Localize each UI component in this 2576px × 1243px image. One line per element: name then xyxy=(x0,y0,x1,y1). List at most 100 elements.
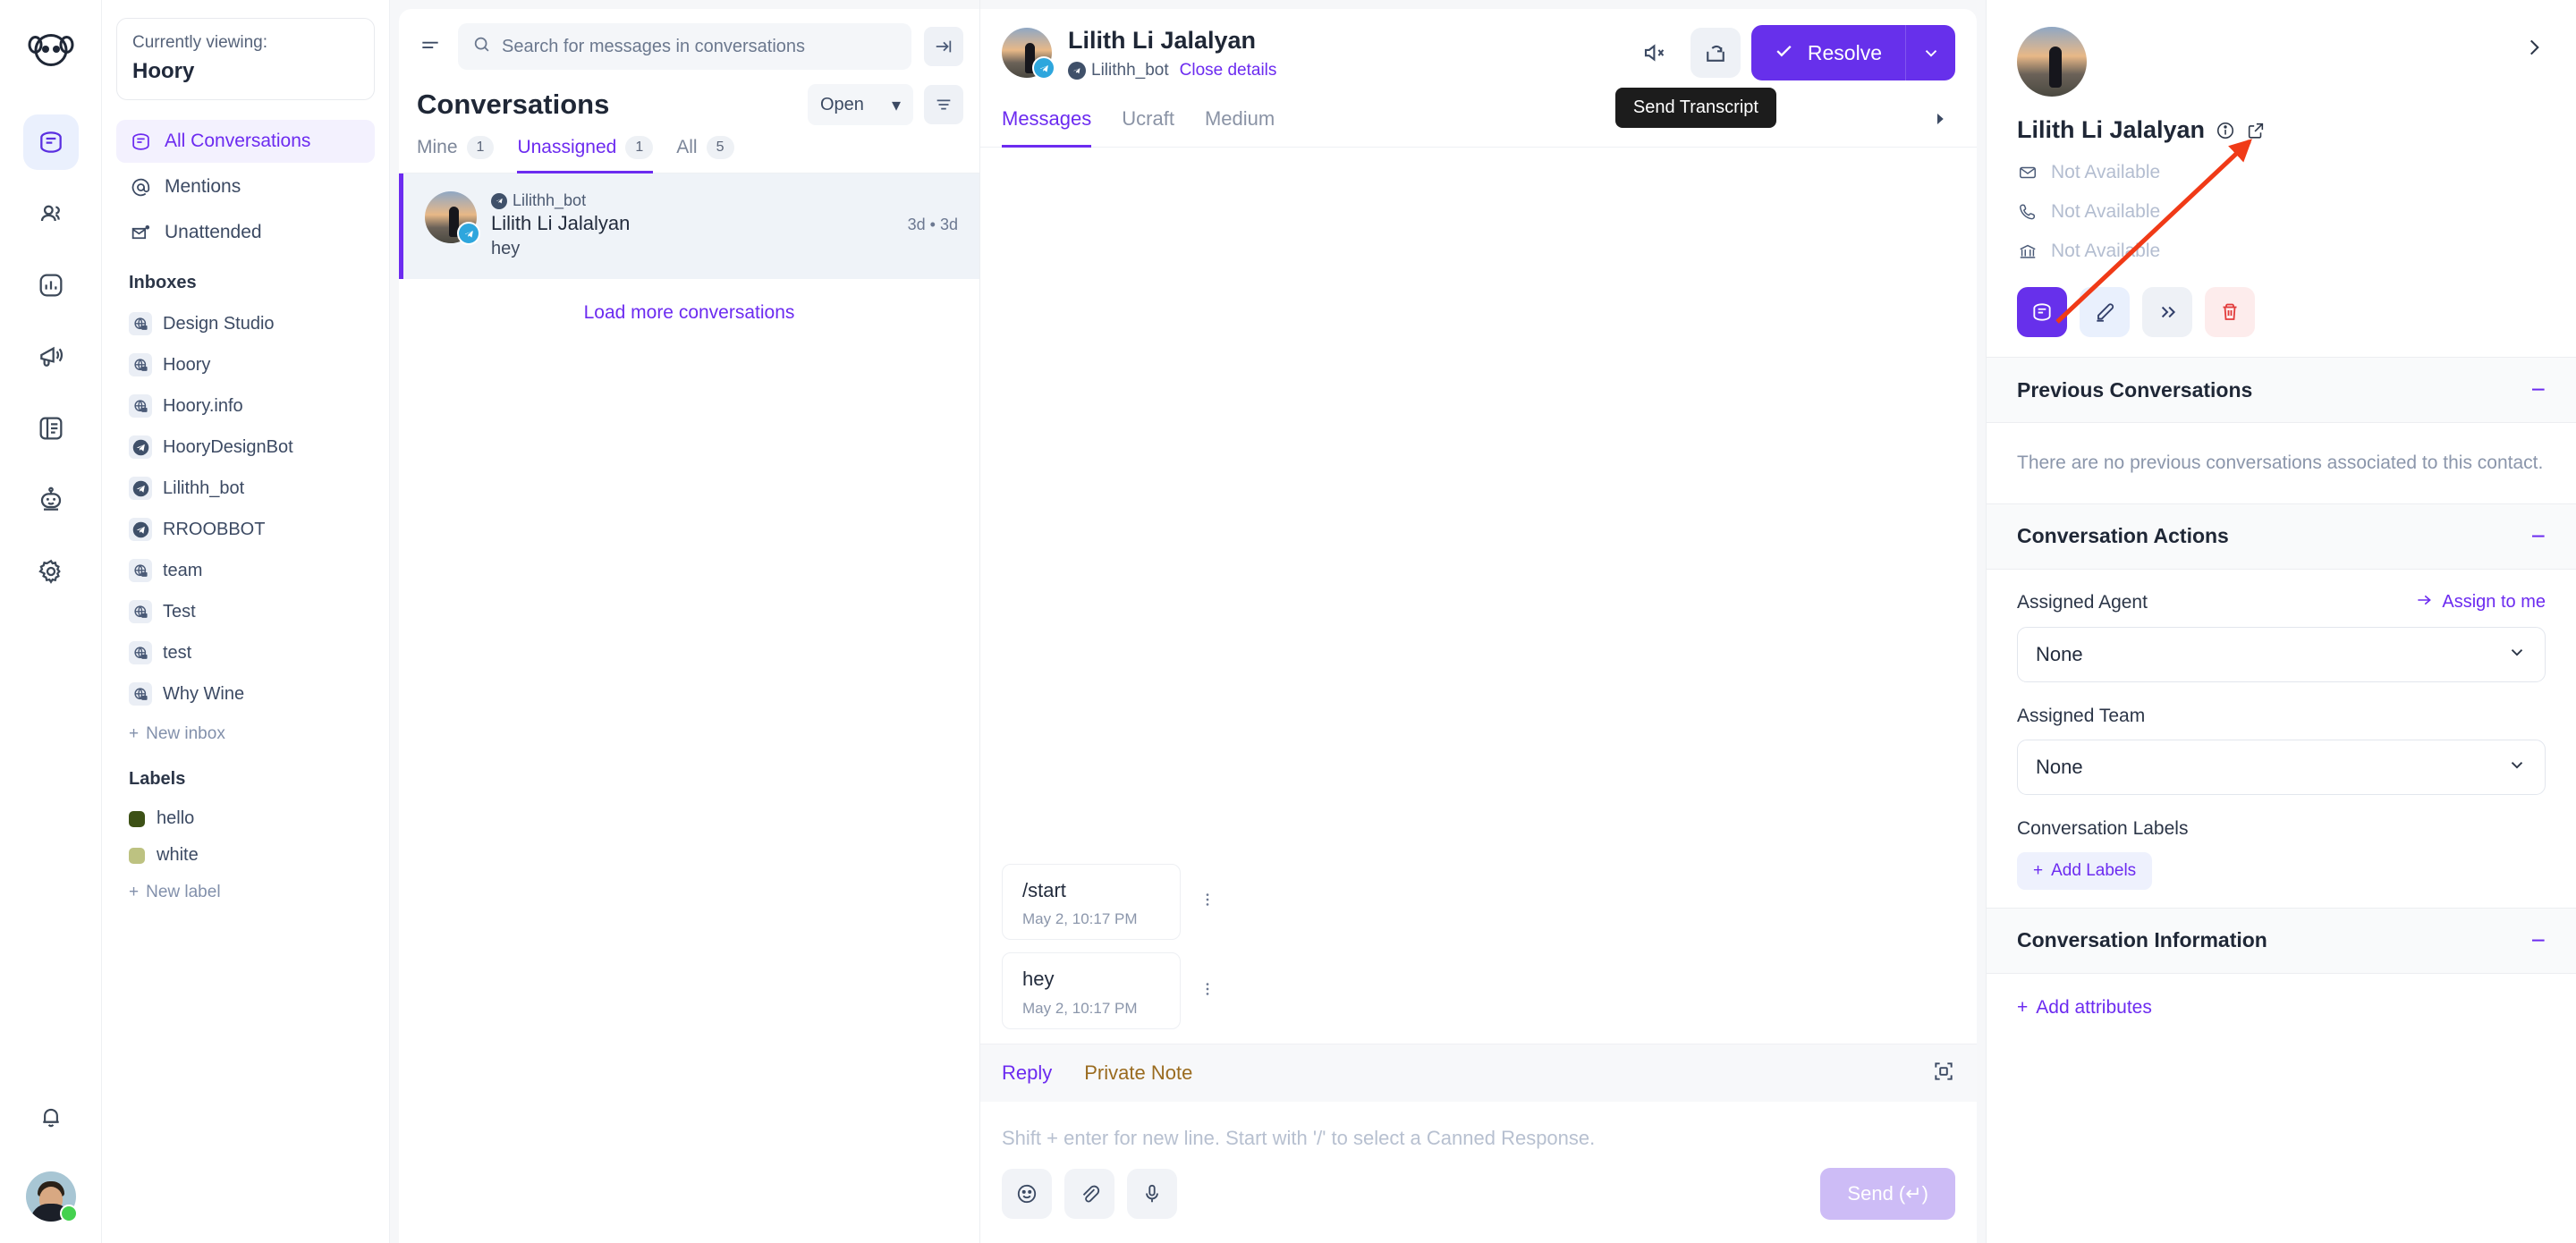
rail-item-campaigns[interactable] xyxy=(23,329,79,385)
message-menu-icon[interactable] xyxy=(1195,977,1220,1006)
microphone-icon[interactable] xyxy=(1127,1169,1177,1219)
search-input[interactable] xyxy=(502,36,897,57)
merge-contact-button[interactable] xyxy=(2142,287,2192,337)
currently-viewing-card[interactable]: Currently viewing: Hoory xyxy=(116,18,375,101)
collapse-icon[interactable]: − xyxy=(2531,377,2546,402)
resolve-dropdown-toggle[interactable] xyxy=(1905,25,1955,80)
app-root: Currently viewing: Hoory All Conversatio… xyxy=(0,0,2576,1243)
add-attributes-button[interactable]: + Add attributes xyxy=(2017,997,2152,1019)
resolve-button-main[interactable]: Resolve xyxy=(1751,25,1905,80)
rail-item-reports[interactable] xyxy=(23,258,79,313)
collapse-icon[interactable]: − xyxy=(2531,523,2546,549)
conversation-actions-header[interactable]: Conversation Actions − xyxy=(1987,503,2576,570)
previous-conversations-header[interactable]: Previous Conversations − xyxy=(1987,357,2576,423)
emoji-icon[interactable] xyxy=(1002,1169,1052,1219)
load-more-conversations-button[interactable]: Load more conversations xyxy=(399,279,979,347)
inbox-item-team[interactable]: team xyxy=(116,551,375,590)
chevron-right-icon[interactable] xyxy=(2522,36,2546,63)
search-input-wrapper[interactable] xyxy=(458,23,911,70)
resolve-button[interactable]: Resolve xyxy=(1750,25,1955,80)
tab-medium[interactable]: Medium xyxy=(1205,95,1275,148)
send-button[interactable]: Send (↵) xyxy=(1820,1168,1955,1220)
inbox-item-hoory-info[interactable]: Hoory.info xyxy=(116,386,375,426)
rail-item-conversations[interactable] xyxy=(22,114,79,170)
conversation-information-header[interactable]: Conversation Information − xyxy=(1987,907,2576,974)
edit-contact-button[interactable] xyxy=(2080,287,2130,337)
collapse-panel-icon[interactable] xyxy=(924,27,963,66)
chevron-right-icon[interactable] xyxy=(1925,104,1955,139)
tab-reply[interactable]: Reply xyxy=(1002,1061,1052,1085)
resolve-button-label: Resolve xyxy=(1807,40,1882,64)
inbox-item-test-upper[interactable]: Test xyxy=(116,592,375,631)
close-details-button[interactable]: Close details xyxy=(1180,61,1277,80)
inbox-label: Why Wine xyxy=(163,683,245,704)
avatar[interactable] xyxy=(25,1171,78,1222)
collapse-icon[interactable]: − xyxy=(2531,927,2546,953)
sidebar-item-all-conversations[interactable]: All Conversations xyxy=(116,120,375,164)
assign-to-me-button[interactable]: Assign to me xyxy=(2415,591,2546,614)
message-bubble[interactable]: hey May 2, 10:17 PM xyxy=(1002,952,1181,1029)
inbox-item-hoory[interactable]: Hoory xyxy=(116,345,375,385)
contact-name: Lilith Li Jalalyan xyxy=(2017,116,2206,143)
reply-input[interactable]: Shift + enter for new line. Start with '… xyxy=(1002,1127,1955,1150)
new-conversation-button[interactable] xyxy=(2017,287,2067,337)
bell-icon[interactable] xyxy=(23,1089,79,1145)
conversations-icon xyxy=(129,130,152,153)
send-transcript-icon[interactable] xyxy=(1690,28,1741,78)
label-name: hello xyxy=(157,808,195,829)
assigned-agent-select[interactable]: None xyxy=(2017,626,2546,682)
tab-mine[interactable]: Mine 1 xyxy=(417,136,495,173)
inbox-item-design-studio[interactable]: Design Studio xyxy=(116,304,375,343)
rail-item-help-center[interactable] xyxy=(23,401,79,456)
external-link-icon[interactable] xyxy=(2246,121,2266,140)
conversation-header-sub: Lilithh_bot Close details xyxy=(1068,61,1614,80)
rail-bottom xyxy=(23,1089,79,1222)
inbox-item-lilithh-bot[interactable]: Lilithh_bot xyxy=(116,469,375,508)
globe-web-icon xyxy=(129,559,152,583)
info-icon[interactable] xyxy=(2216,121,2235,140)
label-item-hello[interactable]: hello xyxy=(116,800,375,837)
message-menu-icon[interactable] xyxy=(1195,887,1220,917)
new-label-button[interactable]: + New label xyxy=(116,874,375,911)
contact-action-buttons xyxy=(2017,287,2546,337)
rail-item-contacts[interactable] xyxy=(23,186,79,241)
hamburger-icon[interactable] xyxy=(415,31,445,62)
paperclip-icon[interactable] xyxy=(1064,1169,1114,1219)
rail-item-settings[interactable] xyxy=(23,544,79,599)
message-timestamp: May 2, 10:17 PM xyxy=(1022,910,1138,928)
inbox-item-test-lower[interactable]: test xyxy=(116,633,375,672)
rail-item-bots[interactable] xyxy=(23,472,79,528)
sidebar-item-unattended[interactable]: Unattended xyxy=(116,211,375,254)
plus-icon: + xyxy=(2017,996,2029,1018)
hoory-logo-icon[interactable] xyxy=(23,21,79,77)
new-inbox-button[interactable]: + New inbox xyxy=(116,715,375,753)
message-bubble[interactable]: /start May 2, 10:17 PM xyxy=(1002,863,1181,941)
filter-icon[interactable] xyxy=(924,85,963,124)
label-item-white[interactable]: white xyxy=(116,837,375,874)
mute-icon[interactable] xyxy=(1630,28,1680,78)
contact-phone-row: Not Available xyxy=(2017,201,2546,223)
assigned-team-select[interactable]: None xyxy=(2017,739,2546,795)
conversation-list-item[interactable]: Lilithh_bot Lilith Li Jalalyan 3d • 3d h… xyxy=(399,173,979,279)
delete-contact-button[interactable] xyxy=(2205,287,2255,337)
tab-unassigned[interactable]: Unassigned 1 xyxy=(517,136,654,173)
globe-web-icon xyxy=(129,600,152,624)
conversation-information-title: Conversation Information xyxy=(2017,928,2267,952)
assigned-team-value: None xyxy=(2036,755,2083,778)
tab-private-note[interactable]: Private Note xyxy=(1084,1061,1192,1085)
contact-company-value: Not Available xyxy=(2051,241,2161,261)
plus-icon: + xyxy=(129,724,140,744)
status-badge xyxy=(59,1205,78,1222)
expand-icon[interactable] xyxy=(1932,1060,1955,1087)
reply-input-wrapper[interactable]: Shift + enter for new line. Start with '… xyxy=(980,1102,1977,1159)
tab-ucraft[interactable]: Ucraft xyxy=(1122,95,1174,148)
inbox-item-why-wine[interactable]: Why Wine xyxy=(116,674,375,714)
tab-all[interactable]: All 5 xyxy=(676,136,734,173)
inbox-item-rroobbot[interactable]: RROOBBOT xyxy=(116,510,375,549)
add-labels-button[interactable]: + Add Labels xyxy=(2017,851,2153,890)
inbox-item-hoorydesignbot[interactable]: HooryDesignBot xyxy=(116,427,375,467)
status-filter-select[interactable]: Open ▾ xyxy=(808,84,913,125)
sidebar-item-mentions[interactable]: Mentions xyxy=(116,165,375,208)
telegram-icon xyxy=(129,518,152,542)
tab-messages[interactable]: Messages xyxy=(1002,95,1092,148)
